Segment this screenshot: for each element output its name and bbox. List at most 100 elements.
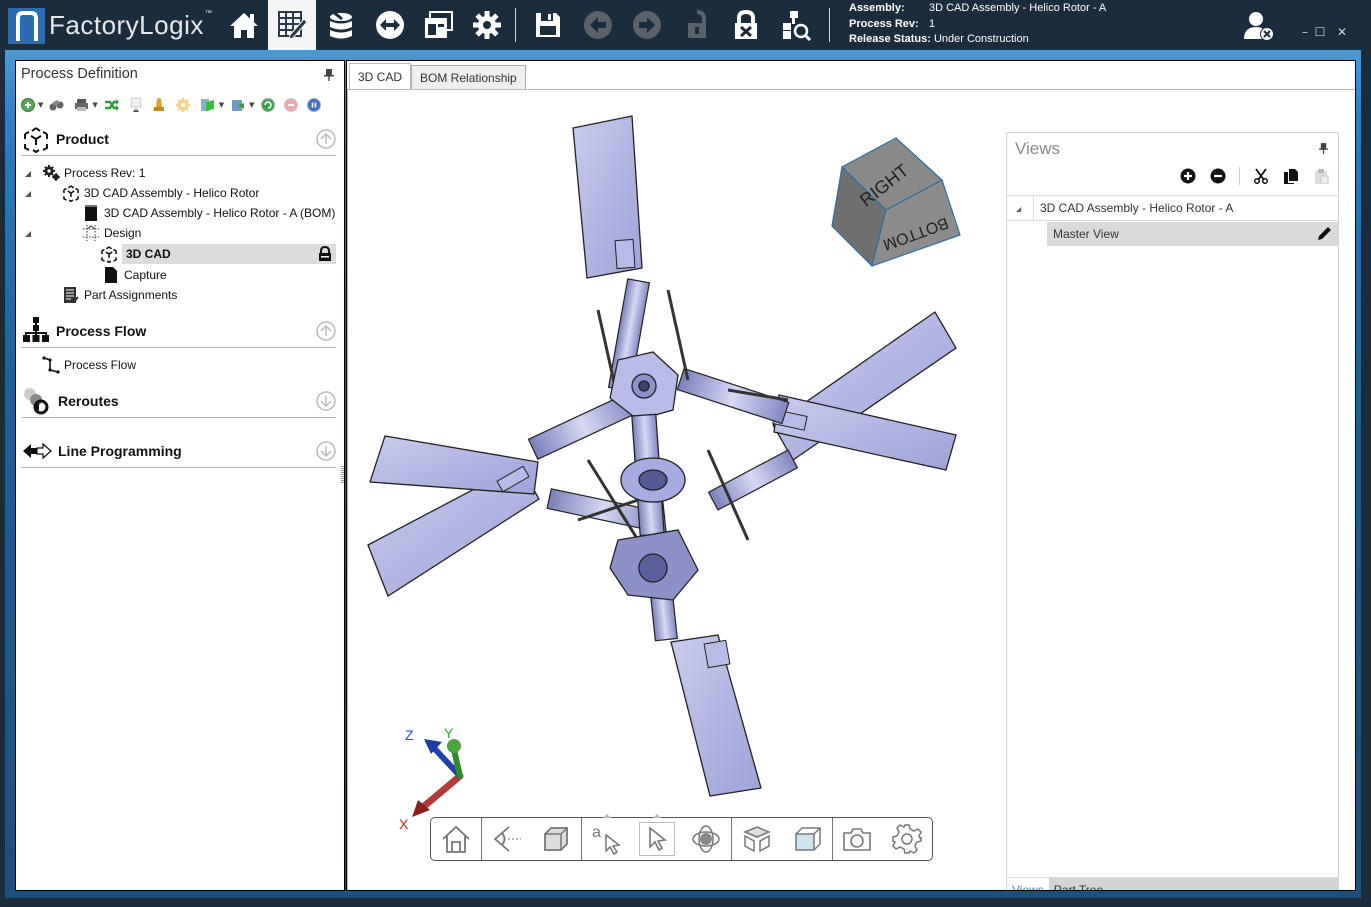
panel-splitter[interactable] (341, 466, 344, 484)
user-logout-button[interactable] (1243, 11, 1275, 41)
print-dropdown-button[interactable]: ▼ (74, 95, 103, 115)
axis-x-label: X (399, 816, 409, 832)
hierarchy-search-button[interactable] (771, 0, 819, 50)
process-editor-button[interactable] (268, 0, 316, 50)
pause-button[interactable] (306, 95, 321, 115)
collapse-up-icon[interactable] (316, 321, 336, 341)
tree-item-process-flow[interactable]: Process Flow (22, 355, 136, 375)
save-icon (536, 13, 560, 37)
explode-icon (743, 826, 772, 853)
pin-icon (1319, 143, 1328, 154)
bell-icon (153, 98, 164, 111)
tree-item-capture[interactable]: Capture (22, 265, 167, 285)
views-tree-root[interactable]: 3D CAD Assembly - Helico Rotor - A (1007, 195, 1338, 221)
refresh-button[interactable] (260, 95, 275, 115)
forward-button[interactable] (623, 0, 671, 50)
expand-down-icon[interactable] (316, 441, 336, 461)
tree-item-process-rev[interactable]: Process Rev: 1 (22, 163, 145, 183)
section-product[interactable]: Product (22, 122, 336, 156)
add-dropdown-button[interactable]: ▼ (21, 95, 49, 115)
section-line-programming[interactable]: Line Programming (22, 434, 336, 468)
annotation-select-button[interactable]: a (582, 814, 632, 860)
remove-icon (283, 98, 298, 112)
export-dropdown-button[interactable]: ▼ (200, 95, 230, 115)
axis-triad (412, 739, 464, 817)
section-box-button[interactable] (782, 818, 832, 860)
lock-icon (319, 246, 331, 261)
home-view-button[interactable] (431, 818, 481, 860)
home-button[interactable] (220, 0, 268, 50)
configure-button[interactable] (175, 95, 191, 115)
remove-view-button[interactable] (1209, 167, 1227, 185)
tree-item-part-assignments[interactable]: Part Assignments (22, 285, 177, 305)
close-button[interactable]: ✕ (1333, 24, 1351, 40)
toolbar-separator (829, 8, 830, 42)
navigate-button[interactable] (366, 0, 414, 50)
export-icon (200, 99, 214, 111)
view-direction-button[interactable] (482, 818, 532, 860)
save-button[interactable] (524, 0, 572, 50)
back-button[interactable] (574, 0, 622, 50)
tree-item-assembly[interactable]: 3D CAD Assembly - Helico Rotor (22, 183, 259, 203)
orbit-button[interactable] (682, 818, 732, 860)
database-import-button[interactable] (317, 0, 365, 50)
tree-item-bom[interactable]: 3D CAD Assembly - Helico Rotor - A (BOM) (22, 203, 335, 223)
view-item-master-view[interactable]: Master View (1047, 222, 1338, 246)
unlock-icon (688, 10, 706, 38)
section-process-flow[interactable]: Process Flow (22, 314, 336, 348)
maximize-button[interactable]: ☐ (1311, 24, 1329, 40)
pin-button[interactable] (324, 69, 334, 84)
windows-button[interactable] (414, 0, 462, 50)
settings-button[interactable] (463, 0, 511, 50)
gear-icon (175, 98, 190, 112)
viewer-settings-button[interactable] (882, 818, 932, 860)
tab-part-tree[interactable]: Part Tree (1049, 878, 1108, 890)
flow-icon (42, 356, 60, 374)
add-icon (1180, 168, 1196, 184)
import-dropdown-button[interactable]: ▼ (230, 95, 260, 115)
tab-views[interactable]: Views (1007, 878, 1049, 890)
views-bottom-tabs: Views Part Tree (1007, 877, 1338, 890)
presentation-button[interactable] (129, 95, 143, 115)
find-button[interactable] (49, 95, 65, 115)
copy-view-button[interactable] (1282, 167, 1300, 185)
tree-item-3d-cad[interactable]: 3D CAD (101, 244, 336, 264)
cut-view-button[interactable] (1252, 167, 1270, 185)
tab-bom-relationship[interactable]: BOM Relationship (411, 65, 526, 89)
section-line-programming-label: Line Programming (58, 442, 182, 459)
lock-cancel-button[interactable] (722, 0, 770, 50)
pin-icon (324, 69, 334, 81)
tab-3d-cad[interactable]: 3D CAD (349, 63, 412, 89)
explode-button[interactable] (732, 818, 782, 860)
snapshot-button[interactable] (833, 818, 883, 860)
collapse-up-icon[interactable] (316, 129, 336, 149)
alert-button[interactable] (152, 95, 166, 115)
tree-item-design[interactable]: Design (22, 223, 141, 243)
pin-button[interactable] (1319, 143, 1328, 157)
expanded-icon[interactable] (1015, 206, 1022, 213)
3d-viewport[interactable]: RIGHT BOTTOM X Z Y a Views 3D CAD Assemb… (347, 89, 1355, 890)
unlock-button[interactable] (673, 0, 721, 50)
shaded-view-button[interactable] (531, 818, 581, 860)
pencil-icon[interactable] (1316, 226, 1332, 242)
release-status-value: Under Construction (933, 33, 1029, 45)
expanded-icon[interactable] (24, 170, 32, 178)
arrow-left-circle-icon (584, 11, 612, 39)
add-view-button[interactable] (1179, 167, 1197, 185)
remove-button[interactable] (283, 95, 298, 115)
paste-view-button[interactable] (1312, 167, 1330, 185)
expanded-icon[interactable] (24, 230, 32, 238)
logo-n-icon (15, 11, 38, 41)
checklist-icon (62, 286, 80, 304)
cube-icon (100, 245, 118, 263)
shuffle-button[interactable] (104, 95, 120, 115)
expanded-icon[interactable] (24, 190, 32, 198)
bidirectional-arrow-icon (23, 442, 52, 459)
hierarchy-search-icon (783, 11, 811, 41)
hierarchy-icon (23, 316, 49, 342)
section-reroutes[interactable]: Reroutes (22, 384, 336, 418)
trademark: ™ (204, 10, 213, 17)
select-pointer-button[interactable] (632, 814, 682, 860)
expand-down-icon[interactable] (316, 391, 336, 411)
close-icon: ✕ (1336, 25, 1348, 39)
